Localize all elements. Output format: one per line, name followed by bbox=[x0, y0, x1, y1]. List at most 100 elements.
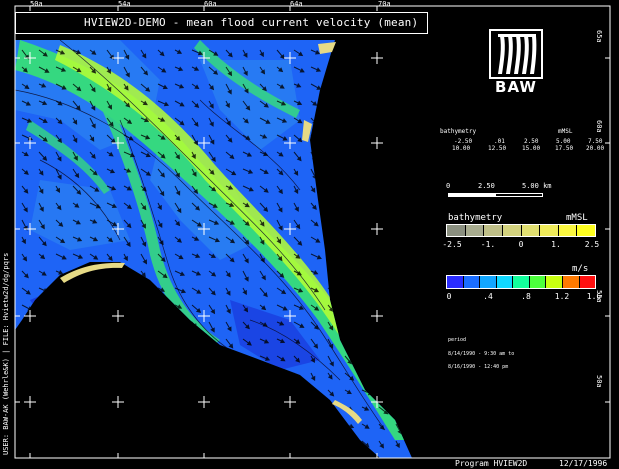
flow-arrow bbox=[106, 423, 115, 429]
flow-arrow bbox=[395, 372, 404, 379]
top-tick-label: 50a bbox=[30, 0, 43, 8]
flow-arrow bbox=[413, 322, 421, 326]
flow-arrow bbox=[413, 271, 422, 277]
flow-arrow bbox=[157, 338, 168, 345]
flow-arrow bbox=[344, 440, 355, 447]
flow-arrow bbox=[225, 389, 236, 395]
flow-arrow bbox=[413, 135, 420, 140]
flow-arrow bbox=[106, 304, 113, 316]
flow-arrow bbox=[327, 219, 337, 225]
flow-arrow bbox=[310, 134, 317, 144]
flow-arrow bbox=[123, 440, 130, 449]
flow-arrow bbox=[21, 321, 30, 326]
flow-arrow bbox=[140, 440, 145, 449]
flow-arrow bbox=[72, 304, 80, 312]
flow-arrow bbox=[327, 202, 335, 208]
flow-arrow bbox=[55, 338, 64, 349]
flow-arrow bbox=[106, 321, 112, 329]
flow-arrow bbox=[259, 372, 271, 379]
flow-arrow bbox=[395, 355, 404, 360]
bathymetry-tick: 0 bbox=[518, 240, 524, 249]
flow-arrow bbox=[395, 83, 406, 92]
flow-arrow bbox=[395, 202, 401, 211]
flow-arrow bbox=[21, 423, 27, 432]
flow-arrow bbox=[361, 372, 372, 379]
flow-arrow bbox=[327, 440, 340, 447]
flow-arrow bbox=[378, 219, 386, 229]
scale-tick: 5.00 km bbox=[522, 182, 552, 190]
flow-arrow bbox=[55, 372, 61, 382]
flow-arrow bbox=[106, 287, 113, 298]
flow-arrow bbox=[293, 406, 300, 418]
flow-arrow bbox=[395, 304, 405, 311]
flow-arrow bbox=[72, 389, 79, 397]
flow-arrow bbox=[413, 424, 418, 433]
grid-cross bbox=[112, 396, 124, 408]
flow-arrow bbox=[327, 406, 337, 413]
flow-arrow bbox=[361, 219, 372, 227]
flow-arrow bbox=[72, 338, 79, 349]
flow-arrow bbox=[378, 185, 387, 191]
flow-arrow bbox=[174, 355, 182, 365]
flow-arrow bbox=[395, 253, 403, 265]
velocity-color-swatch bbox=[496, 276, 514, 288]
flow-arrow bbox=[327, 423, 338, 430]
flow-arrow bbox=[72, 372, 78, 380]
flow-arrow bbox=[344, 100, 351, 111]
bathymetry-legend-unit: mMSL bbox=[566, 213, 588, 223]
flow-arrow bbox=[191, 338, 197, 347]
flow-arrow bbox=[413, 305, 420, 308]
flow-arrow bbox=[38, 423, 43, 431]
flow-arrow bbox=[140, 372, 149, 378]
velocity-color-swatch bbox=[546, 276, 563, 288]
flow-arrow bbox=[395, 66, 404, 76]
flow-arrow bbox=[344, 270, 353, 280]
grid-cross bbox=[24, 396, 36, 408]
velocity-color-swatch bbox=[579, 276, 596, 288]
flow-arrow bbox=[191, 389, 199, 400]
flow-arrow bbox=[361, 338, 369, 346]
flow-arrow bbox=[191, 406, 198, 413]
flow-arrow bbox=[276, 406, 282, 414]
flow-arrow bbox=[344, 236, 353, 242]
flow-arrow bbox=[413, 339, 422, 344]
flow-arrow bbox=[259, 406, 267, 414]
flow-arrow bbox=[276, 389, 285, 400]
grid-cross bbox=[371, 52, 383, 64]
flow-arrow bbox=[378, 304, 387, 314]
flow-arrow bbox=[21, 406, 27, 414]
flow-arrow bbox=[140, 423, 148, 435]
flow-arrow bbox=[242, 372, 251, 377]
velocity-legend-unit: m/s bbox=[572, 264, 589, 274]
footer-program: Program HVIEW2D bbox=[455, 459, 528, 468]
flow-arrow bbox=[276, 423, 282, 433]
flow-arrow bbox=[361, 100, 368, 110]
bathymetry-value: 5.00 bbox=[556, 138, 571, 145]
flow-arrow bbox=[123, 287, 130, 297]
bathymetry-legend-title: bathymetry bbox=[448, 213, 503, 223]
top-tick-label: 60a bbox=[204, 0, 217, 8]
flow-arrow bbox=[361, 287, 368, 298]
flow-arrow bbox=[72, 321, 79, 331]
flow-arrow bbox=[413, 101, 423, 106]
flow-arrow bbox=[361, 66, 366, 75]
flow-arrow bbox=[123, 304, 132, 314]
flow-arrow bbox=[344, 66, 351, 75]
flow-arrow bbox=[378, 355, 388, 361]
flow-arrow bbox=[395, 406, 403, 416]
bathymetry-value: 17.50 bbox=[555, 145, 574, 152]
bathymetry-value: 20.00 bbox=[586, 145, 605, 152]
bathymetry-tick: 1. bbox=[551, 240, 561, 249]
period-to: 8/16/1990 - 12:40 pm bbox=[448, 364, 509, 370]
bathymetry-tick: -2.5 bbox=[442, 240, 462, 249]
flow-arrow bbox=[413, 288, 419, 291]
left-file-label: USER: BAW-AK (Wehrle&K) | FILE: Hvietw2d… bbox=[2, 252, 10, 455]
flow-arrow bbox=[89, 389, 97, 395]
period-from: 8/14/1990 - 9:30 am to bbox=[448, 351, 515, 357]
velocity-tick: .8 bbox=[521, 292, 531, 301]
flow-arrow bbox=[395, 134, 406, 140]
grid-cross bbox=[198, 396, 210, 408]
flow-arrow bbox=[413, 441, 419, 450]
flow-arrow bbox=[344, 338, 351, 348]
flow-arrow bbox=[413, 152, 419, 158]
